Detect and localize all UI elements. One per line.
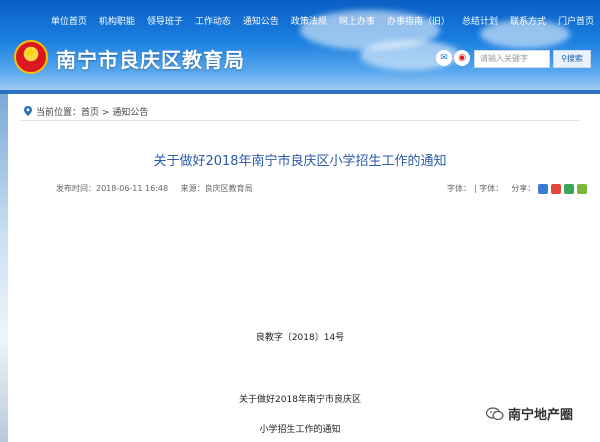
breadcrumb-home[interactable]: 首页: [81, 108, 99, 118]
weibo-icon[interactable]: ◉: [454, 50, 470, 66]
header-banner: 单位首页 机构职能 领导班子 工作动态 通知公告 政策法规 网上办事 办事指南（…: [0, 0, 600, 90]
wechat-watermark-icon: [486, 406, 504, 420]
search-button-label: 搜索: [566, 54, 583, 63]
nav-item-guide-old[interactable]: 办事指南（旧）: [381, 14, 456, 30]
search-input[interactable]: 请输入关键字: [474, 50, 550, 68]
share-qzone-icon[interactable]: [538, 183, 549, 194]
search-button[interactable]: ⚲搜索: [553, 50, 591, 68]
location-pin-icon: [24, 106, 32, 116]
nav-item-policies[interactable]: 政策法规: [285, 14, 333, 30]
side-decoration: [0, 94, 8, 442]
nav-item-news[interactable]: 工作动态: [189, 14, 237, 30]
national-emblem-icon: [14, 40, 48, 74]
article-tools: 字体： | 字体： 分享：: [447, 183, 588, 194]
nav-item-online-services[interactable]: 网上办事: [333, 14, 381, 30]
body-title-line-2: 小学招生工作的通知: [259, 425, 341, 435]
nav-item-plans[interactable]: 总结计划: [456, 14, 504, 30]
nav-item-functions[interactable]: 机构职能: [93, 14, 141, 30]
nav-item-leaders[interactable]: 领导班子: [141, 14, 189, 30]
share-weibo-icon[interactable]: [551, 183, 562, 194]
publish-time: 发布时间：2018-06-11 16:48: [56, 184, 169, 193]
share-wechat-icon[interactable]: [564, 183, 575, 194]
article-source: 来源：良庆区教育局: [180, 184, 253, 193]
top-nav: 单位首页 机构职能 领导班子 工作动态 通知公告 政策法规 网上办事 办事指南（…: [45, 14, 600, 30]
article-meta: 发布时间：2018-06-11 16:48 来源：良庆区教育局: [56, 183, 263, 194]
breadcrumb-separator: >: [101, 108, 110, 118]
breadcrumb-current[interactable]: 通知公告: [112, 108, 148, 118]
nav-item-home[interactable]: 单位首页: [45, 14, 93, 30]
article-title: 关于做好2018年南宁市良庆区小学招生工作的通知: [153, 154, 447, 169]
site-title[interactable]: 南宁市良庆区教育局: [56, 44, 245, 73]
font-size-large[interactable]: 字体：: [447, 183, 471, 194]
breadcrumb: 当前位置：首页 > 通知公告: [20, 103, 580, 121]
watermark-text: 南宁地产圈: [508, 408, 574, 423]
share-more-icon[interactable]: [577, 183, 588, 194]
nav-item-portal[interactable]: 门户首页: [552, 14, 600, 30]
document-number: 良教字〔2018〕14号: [255, 333, 345, 343]
wechat-icon[interactable]: ✉: [436, 50, 452, 66]
nav-item-notices[interactable]: 通知公告: [237, 14, 285, 30]
header-divider: [0, 90, 600, 94]
breadcrumb-text: 当前位置：首页 > 通知公告: [36, 105, 148, 118]
nav-item-contact[interactable]: 联系方式: [504, 14, 552, 30]
share-label: 分享：: [511, 184, 536, 193]
breadcrumb-label: 当前位置：: [36, 108, 82, 118]
wechat-watermark: 南宁地产圈: [486, 404, 573, 423]
font-size-small[interactable]: | 字体：: [474, 183, 503, 194]
